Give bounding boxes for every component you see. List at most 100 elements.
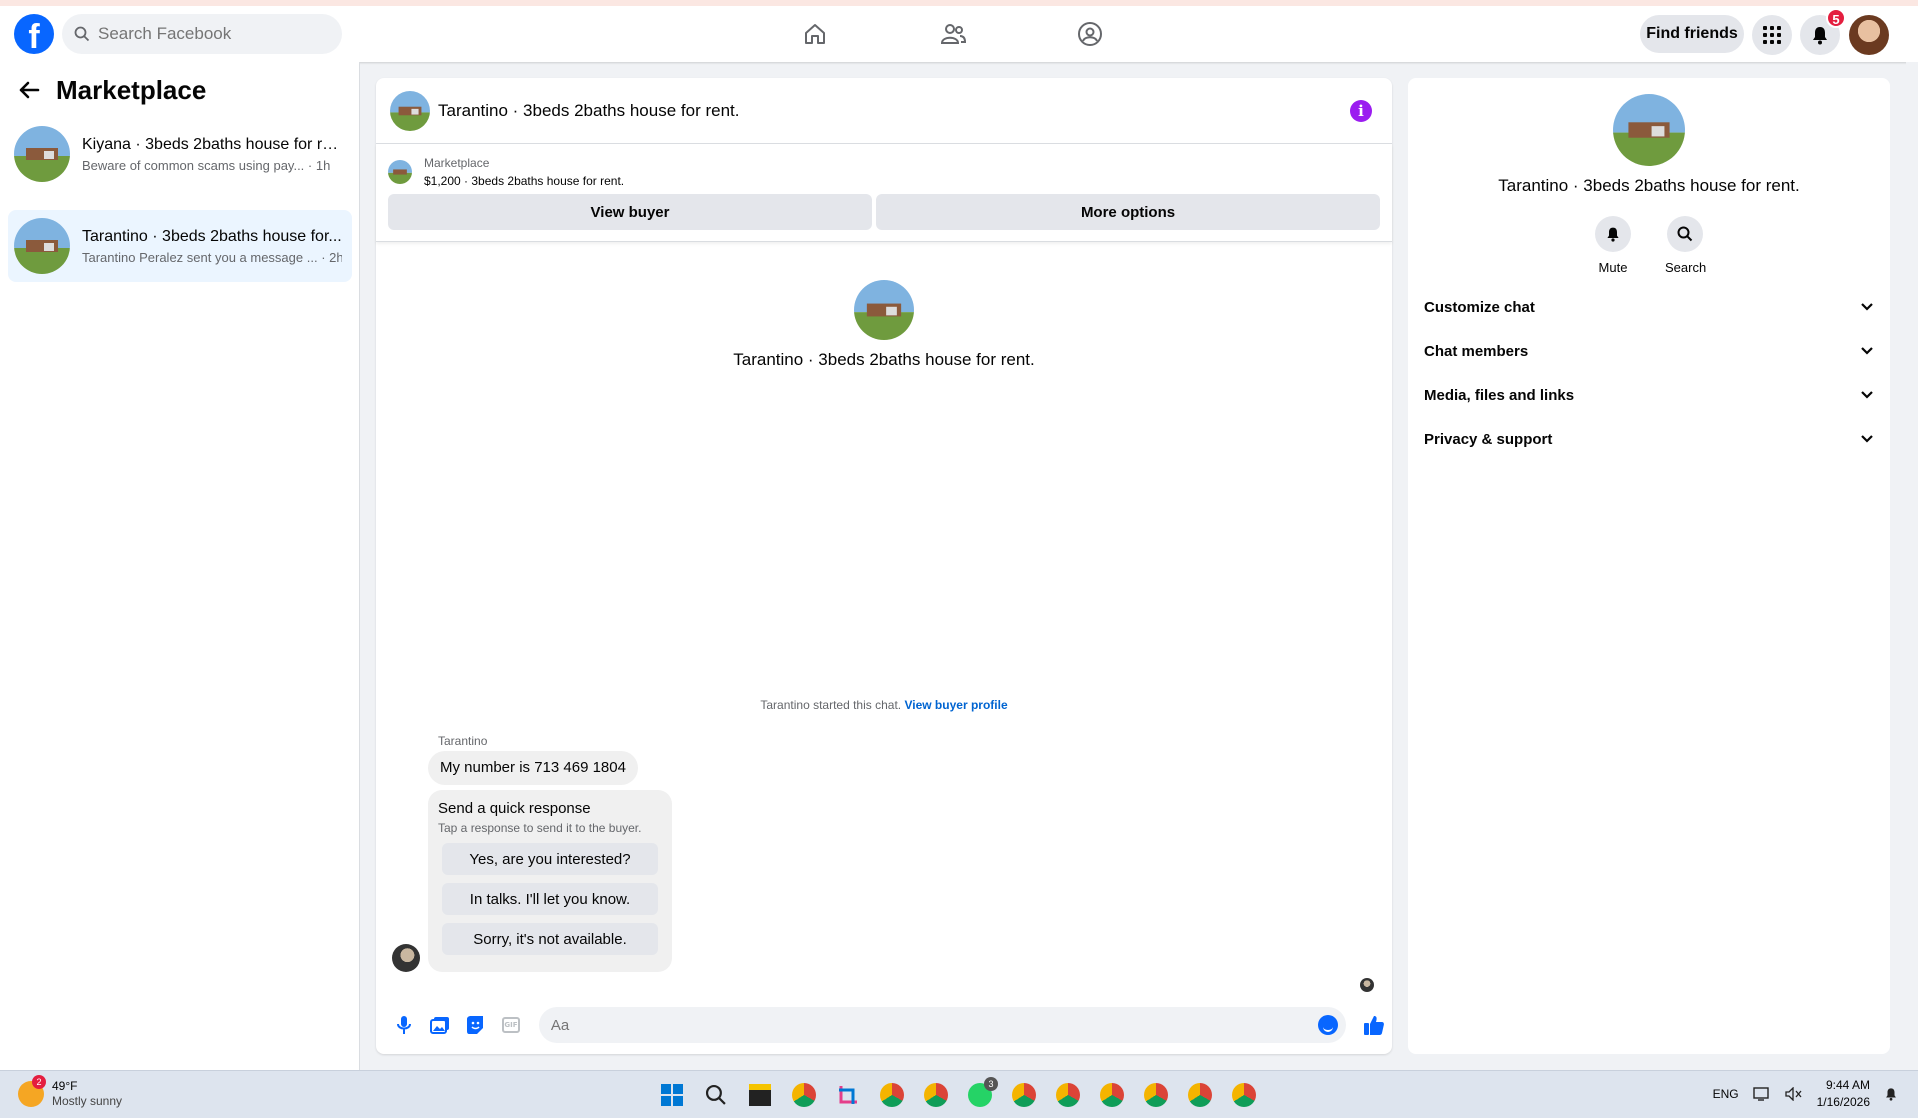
chat-thumbnail[interactable] xyxy=(390,90,430,131)
temperature: 49°F xyxy=(52,1079,78,1093)
section-label: Media, files and links xyxy=(1424,386,1575,404)
chat-intro-thumbnail xyxy=(854,280,914,340)
chat-members-section[interactable]: Chat members xyxy=(1408,329,1890,373)
chat-title: Tarantino · 3beds 2baths house for rent. xyxy=(438,100,740,120)
listing-thumbnail xyxy=(388,160,412,184)
section-label: Privacy & support xyxy=(1424,430,1553,448)
emoji-icon[interactable] xyxy=(1318,1015,1339,1035)
chat-panel: Tarantino · 3beds 2baths house for rent.… xyxy=(376,78,1392,1054)
chrome-icon[interactable] xyxy=(876,1079,908,1111)
whatsapp-badge: 3 xyxy=(984,1077,998,1091)
volume-muted-icon[interactable] xyxy=(1784,1087,1803,1101)
view-buyer-profile-link[interactable]: View buyer profile xyxy=(904,698,1007,712)
sticker-icon[interactable] xyxy=(457,1007,493,1043)
sender-avatar[interactable] xyxy=(392,944,420,972)
sidebar-header: Marketplace xyxy=(0,62,359,118)
listing-banner: Marketplace $1,200 · 3beds 2baths house … xyxy=(376,144,1392,242)
notification-badge: 5 xyxy=(1826,8,1846,28)
chrome-icon[interactable] xyxy=(920,1079,952,1111)
message-input[interactable] xyxy=(550,1016,1311,1034)
gif-label: GIF xyxy=(501,1017,520,1033)
network-icon[interactable] xyxy=(1752,1087,1771,1101)
privacy-support-section[interactable]: Privacy & support xyxy=(1408,417,1890,461)
conversation-title: Tarantino · 3beds 2baths house for... xyxy=(82,227,342,245)
bell-icon xyxy=(1595,216,1631,252)
message-input-box[interactable] xyxy=(538,1007,1347,1043)
chrome-icon[interactable] xyxy=(1052,1079,1084,1111)
mute-button[interactable]: Mute xyxy=(1593,216,1633,275)
conversation-title: Kiyana · 3beds 2baths house for re... xyxy=(82,135,342,153)
facebook-logo[interactable]: f xyxy=(14,14,54,54)
weather-widget[interactable]: 2 49°F Mostly sunny xyxy=(18,1075,123,1109)
groups-icon[interactable] xyxy=(1075,19,1105,49)
listing-thumbnail xyxy=(14,218,70,274)
chevron-down-icon xyxy=(1861,347,1873,355)
listing-price: $1,200 · 3beds 2baths house for rent. xyxy=(424,174,625,188)
marketplace-sidebar: Marketplace Kiyana · 3beds 2baths house … xyxy=(0,62,360,1070)
more-options-button[interactable]: More options xyxy=(876,194,1380,230)
language-indicator[interactable]: ENG xyxy=(1713,1087,1739,1101)
view-buyer-button[interactable]: View buyer xyxy=(388,194,873,230)
customize-chat-section[interactable]: Customize chat xyxy=(1408,285,1890,329)
search-box[interactable] xyxy=(62,14,342,54)
conversation-preview: Tarantino Peralez sent you a message ... xyxy=(82,249,318,265)
clock[interactable]: 9:44 AM 1/16/2026 xyxy=(1817,1077,1870,1111)
profile-avatar[interactable] xyxy=(1849,15,1889,55)
details-title: Tarantino · 3beds 2baths house for rent. xyxy=(1498,176,1800,195)
quick-response-title: Send a quick response xyxy=(438,800,591,817)
conversation-item[interactable]: Kiyana · 3beds 2baths house for re... Be… xyxy=(8,118,352,190)
quick-response-button[interactable]: Sorry, it's not available. xyxy=(442,923,658,955)
seen-indicator-avatar xyxy=(1360,978,1374,992)
thumbs-up-icon[interactable] xyxy=(1356,1007,1392,1043)
section-label: Customize chat xyxy=(1424,298,1535,316)
info-icon[interactable]: i xyxy=(1350,100,1372,122)
taskbar-search-icon[interactable] xyxy=(700,1079,732,1111)
quick-response-card: Send a quick response Tap a response to … xyxy=(428,790,672,972)
snipping-tool-icon[interactable] xyxy=(832,1079,864,1111)
quick-response-subtitle: Tap a response to send it to the buyer. xyxy=(438,821,642,835)
friends-icon[interactable] xyxy=(938,19,968,49)
weather-sun-icon: 2 xyxy=(18,1075,46,1107)
chrome-icon[interactable] xyxy=(1140,1079,1172,1111)
home-icon[interactable] xyxy=(800,19,830,49)
listing-thumbnail xyxy=(14,126,70,182)
quick-response-button[interactable]: In talks. I'll let you know. xyxy=(442,883,658,915)
clock-time: 9:44 AM xyxy=(1825,1078,1870,1092)
chrome-icon[interactable] xyxy=(1228,1079,1260,1111)
weather-condition: Mostly sunny xyxy=(52,1094,123,1108)
menu-grid-icon[interactable] xyxy=(1752,15,1792,55)
system-tray: ENG 9:44 AM 1/16/2026 xyxy=(1713,1077,1898,1111)
chrome-icon[interactable] xyxy=(788,1079,820,1111)
message-bubble[interactable]: My number is 713 469 1804 xyxy=(428,751,638,785)
quick-response-button[interactable]: Yes, are you interested? xyxy=(442,843,658,875)
chat-intro: Tarantino · 3beds 2baths house for rent. xyxy=(376,280,1392,370)
conversation-preview: Beware of common scams using pay... xyxy=(82,157,305,173)
chrome-icon[interactable] xyxy=(1184,1079,1216,1111)
clock-date: 1/16/2026 xyxy=(1816,1095,1870,1109)
windows-taskbar: 2 49°F Mostly sunny 3 ENG 9:44 AM 1/16/2… xyxy=(0,1070,1918,1118)
chat-header: Tarantino · 3beds 2baths house for rent.… xyxy=(376,78,1392,144)
chat-details-panel: Tarantino · 3beds 2baths house for rent.… xyxy=(1408,78,1890,1054)
search-chat-button[interactable]: Search xyxy=(1665,216,1706,275)
back-arrow-icon[interactable] xyxy=(18,80,40,100)
listing-source: Marketplace xyxy=(424,156,490,170)
sidebar-title: Marketplace xyxy=(56,74,207,105)
message-composer: GIF xyxy=(376,1002,1392,1048)
media-files-links-section[interactable]: Media, files and links xyxy=(1408,373,1890,417)
search-input[interactable] xyxy=(98,24,318,44)
chrome-icon[interactable] xyxy=(1008,1079,1040,1111)
notification-center-icon[interactable] xyxy=(1884,1086,1898,1102)
chrome-icon[interactable] xyxy=(1096,1079,1128,1111)
photo-icon[interactable] xyxy=(422,1007,458,1043)
microphone-icon[interactable] xyxy=(386,1007,422,1043)
chat-intro-title: Tarantino · 3beds 2baths house for rent. xyxy=(733,350,1035,369)
page-scrollbar[interactable] xyxy=(1906,62,1918,1070)
conversation-item-active[interactable]: Tarantino · 3beds 2baths house for... Ta… xyxy=(8,210,352,282)
sticky-notes-icon[interactable] xyxy=(744,1079,776,1111)
whatsapp-icon[interactable]: 3 xyxy=(964,1077,998,1111)
windows-start-icon[interactable] xyxy=(656,1079,688,1111)
find-friends-button[interactable]: Find friends xyxy=(1640,15,1744,53)
gif-icon[interactable]: GIF xyxy=(493,1007,529,1043)
taskbar-apps: 3 xyxy=(656,1077,1260,1111)
chat-started-text: Tarantino started this chat. xyxy=(760,698,902,712)
